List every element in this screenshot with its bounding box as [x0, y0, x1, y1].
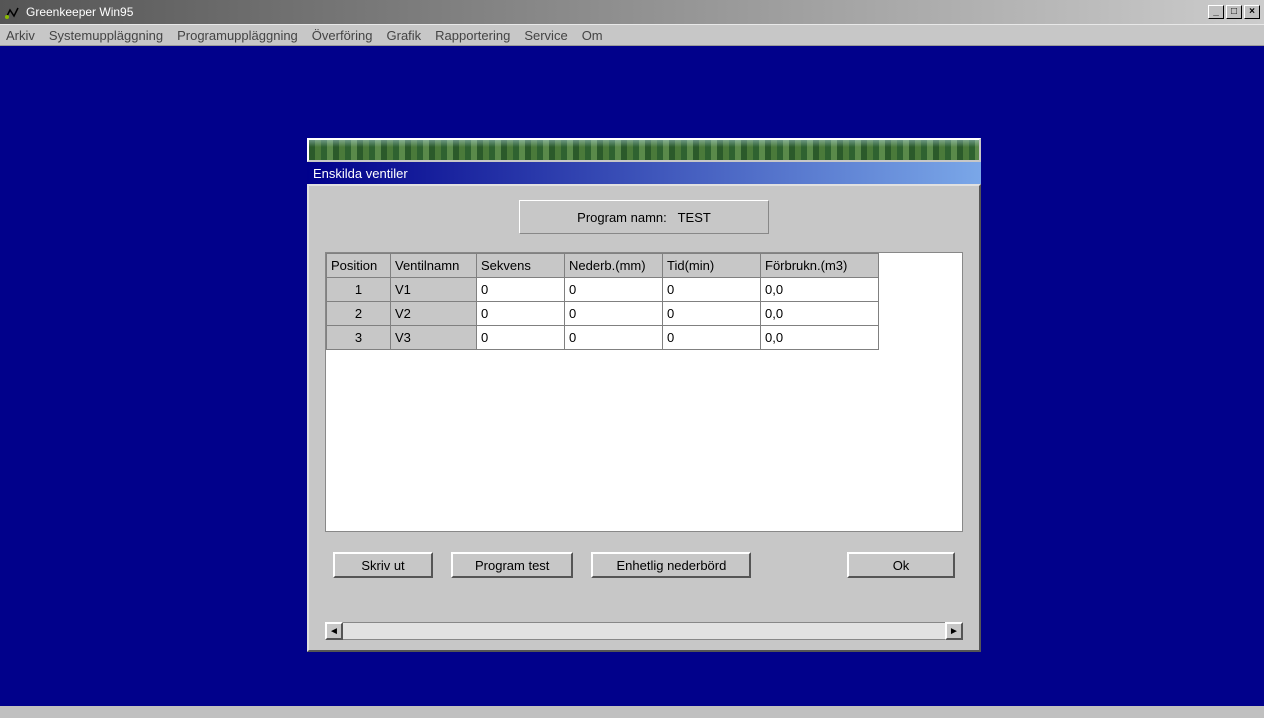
dialog: Enskilda ventiler Program namn: TEST Pos…: [307, 138, 981, 652]
menu-overforing[interactable]: Överföring: [312, 28, 373, 43]
menu-systemupplaggning[interactable]: Systemuppläggning: [49, 28, 163, 43]
cell-nederb[interactable]: 0: [565, 302, 663, 326]
statusbar: [0, 706, 1264, 718]
cell-sekvens[interactable]: 0: [477, 278, 565, 302]
table-row[interactable]: 3 V3 0 0 0 0,0: [327, 326, 879, 350]
scroll-track[interactable]: [343, 622, 945, 640]
workspace: Enskilda ventiler Program namn: TEST Pos…: [0, 46, 1264, 706]
menu-grafik[interactable]: Grafik: [387, 28, 422, 43]
program-name-box: Program namn: TEST: [519, 200, 769, 234]
app-title: Greenkeeper Win95: [26, 5, 1208, 19]
scroll-left-icon[interactable]: ◄: [325, 622, 343, 640]
cell-position[interactable]: 3: [327, 326, 391, 350]
button-row: Skriv ut Program test Enhetlig nederbörd…: [325, 552, 963, 578]
menu-om[interactable]: Om: [582, 28, 603, 43]
col-forbrukn: Förbrukn.(m3): [761, 254, 879, 278]
col-tid: Tid(min): [663, 254, 761, 278]
cell-sekvens[interactable]: 0: [477, 326, 565, 350]
minimize-button[interactable]: _: [1208, 5, 1224, 19]
cell-position[interactable]: 1: [327, 278, 391, 302]
table-header-row: Position Ventilnamn Sekvens Nederb.(mm) …: [327, 254, 879, 278]
ok-button[interactable]: Ok: [847, 552, 955, 578]
program-name-label: Program namn:: [577, 210, 667, 225]
cell-ventilnamn[interactable]: V3: [391, 326, 477, 350]
table-row[interactable]: 2 V2 0 0 0 0,0: [327, 302, 879, 326]
cell-ventilnamn[interactable]: V1: [391, 278, 477, 302]
col-ventilnamn: Ventilnamn: [391, 254, 477, 278]
app-icon: [4, 4, 20, 20]
close-button[interactable]: ×: [1244, 5, 1260, 19]
menu-arkiv[interactable]: Arkiv: [6, 28, 35, 43]
valve-table: Position Ventilnamn Sekvens Nederb.(mm) …: [325, 252, 963, 532]
cell-tid[interactable]: 0: [663, 326, 761, 350]
menu-service[interactable]: Service: [524, 28, 567, 43]
col-position: Position: [327, 254, 391, 278]
table-row[interactable]: 1 V1 0 0 0 0,0: [327, 278, 879, 302]
cell-forbrukn[interactable]: 0,0: [761, 302, 879, 326]
dialog-title: Enskilda ventiler: [307, 162, 981, 184]
uniform-precip-button[interactable]: Enhetlig nederbörd: [591, 552, 751, 578]
col-nederb: Nederb.(mm): [565, 254, 663, 278]
scroll-right-icon[interactable]: ►: [945, 622, 963, 640]
col-sekvens: Sekvens: [477, 254, 565, 278]
maximize-button[interactable]: □: [1226, 5, 1242, 19]
cell-ventilnamn[interactable]: V2: [391, 302, 477, 326]
cell-tid[interactable]: 0: [663, 302, 761, 326]
program-test-button[interactable]: Program test: [451, 552, 573, 578]
menu-rapportering[interactable]: Rapportering: [435, 28, 510, 43]
menubar: Arkiv Systemuppläggning Programuppläggni…: [0, 24, 1264, 46]
cell-nederb[interactable]: 0: [565, 278, 663, 302]
titlebar: Greenkeeper Win95 _ □ ×: [0, 0, 1264, 24]
dialog-body: Program namn: TEST Position Ventilnamn S…: [307, 184, 981, 652]
cell-forbrukn[interactable]: 0,0: [761, 278, 879, 302]
print-button[interactable]: Skriv ut: [333, 552, 433, 578]
banner-image: [307, 138, 981, 162]
cell-position[interactable]: 2: [327, 302, 391, 326]
cell-forbrukn[interactable]: 0,0: [761, 326, 879, 350]
window-controls: _ □ ×: [1208, 5, 1260, 19]
menu-programupplaggning[interactable]: Programuppläggning: [177, 28, 298, 43]
cell-nederb[interactable]: 0: [565, 326, 663, 350]
cell-tid[interactable]: 0: [663, 278, 761, 302]
program-name-value: TEST: [678, 210, 711, 225]
cell-sekvens[interactable]: 0: [477, 302, 565, 326]
horizontal-scrollbar[interactable]: ◄ ►: [325, 622, 963, 640]
